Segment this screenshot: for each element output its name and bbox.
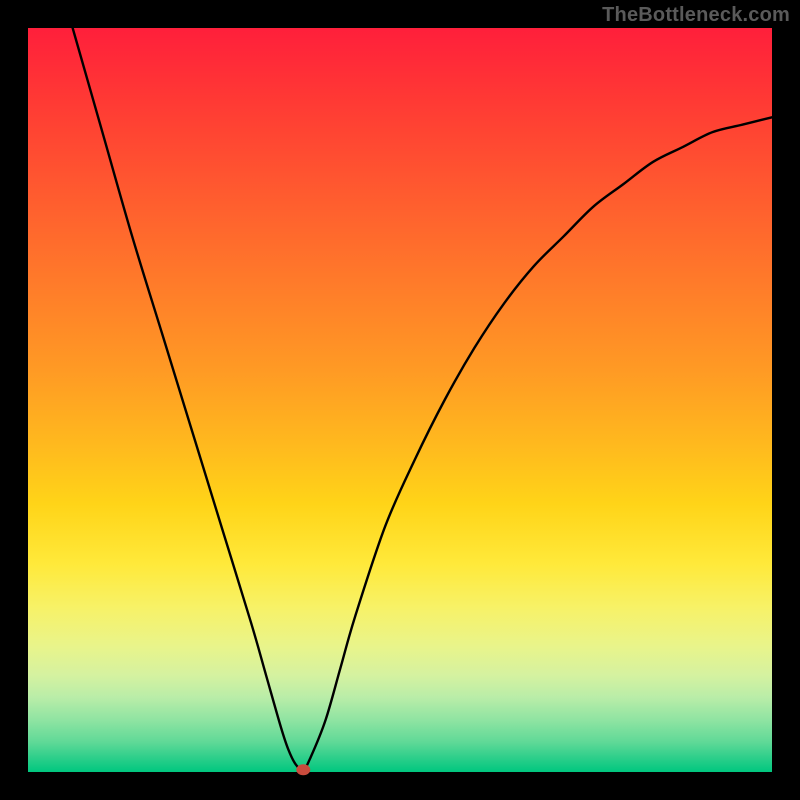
plot-area — [28, 28, 772, 772]
chart-frame: TheBottleneck.com — [0, 0, 800, 800]
watermark-text: TheBottleneck.com — [602, 4, 790, 27]
curve-svg — [28, 28, 772, 772]
bottleneck-curve-path — [73, 28, 772, 770]
minimum-marker — [296, 764, 310, 775]
